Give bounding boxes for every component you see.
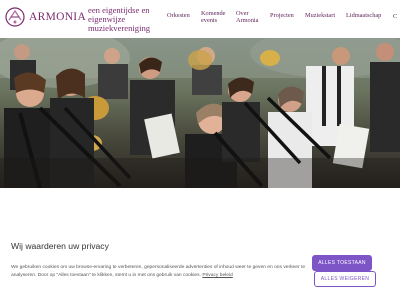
site-header: ARMONIA een eigentijdse en eigenwijze mu… xyxy=(0,0,400,38)
nav-item-overflow[interactable]: C xyxy=(393,13,397,20)
site-logo[interactable]: ARMONIA xyxy=(4,5,87,29)
nav-item-projecten[interactable]: Projecten xyxy=(270,12,294,19)
cookie-description-text: We gebruiken cookies om uw browse-ervari… xyxy=(11,265,306,278)
privacy-policy-link[interactable]: Privacy beleid xyxy=(202,273,232,278)
nav-item-orkesten[interactable]: Orkesten xyxy=(167,12,190,19)
accept-all-cookies-button[interactable]: ALLES TOESTAAN xyxy=(312,255,372,271)
hero-photo xyxy=(0,38,400,188)
nav-item-muziekstart[interactable]: Muziekstart xyxy=(305,12,335,19)
nav-item-over-armonia[interactable]: Over Armonia xyxy=(236,10,264,24)
cookie-title: Wij waarderen uw privacy xyxy=(11,241,109,251)
nav-item-lidmaatschap[interactable]: Lidmaatschap xyxy=(346,12,381,19)
logo-text: ARMONIA xyxy=(29,11,87,23)
site-tagline: een eigentijdse en eigenwijze muziekvere… xyxy=(88,5,151,33)
orchestra-photo-illustration xyxy=(0,38,400,188)
nav-item-komende-events[interactable]: Komende events xyxy=(201,10,229,24)
cookie-consent-banner: Wij waarderen uw privacy We gebruiken co… xyxy=(0,188,400,300)
reject-all-cookies-button[interactable]: ALLES WEIGEREN xyxy=(314,271,376,287)
cookie-description: We gebruiken cookies om uw browse-ervari… xyxy=(11,264,309,280)
armonia-logo-icon xyxy=(4,6,26,28)
